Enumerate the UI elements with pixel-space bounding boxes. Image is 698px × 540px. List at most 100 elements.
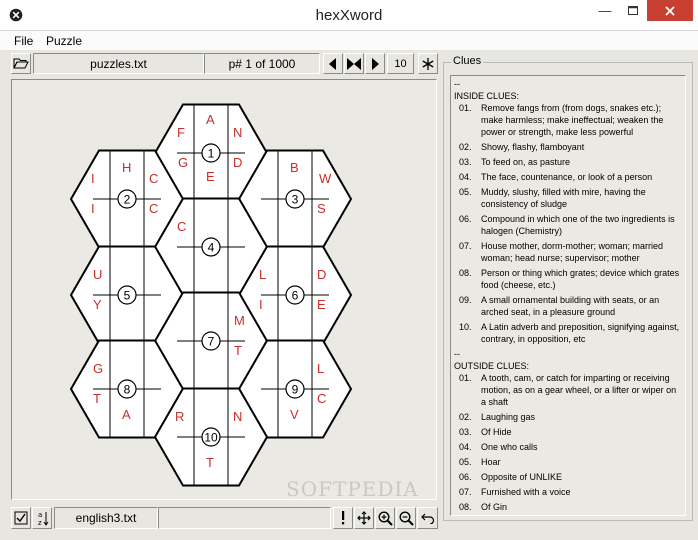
checkbox-icon xyxy=(14,511,28,525)
clue-text: Person or thing which grates; device whi… xyxy=(481,268,680,290)
clue-text: A Latin adverb and preposition, signifyi… xyxy=(481,322,680,344)
clue-text: Laughing gas xyxy=(481,412,536,422)
triangle-left-icon xyxy=(329,57,336,70)
hint-button[interactable] xyxy=(333,507,353,529)
inside-clue-item[interactable]: 03. To feed on, as pasture xyxy=(454,156,682,168)
hex-letter: R xyxy=(175,409,184,424)
clue-text: One who calls xyxy=(481,442,538,452)
clue-number: 05. xyxy=(459,457,472,467)
clue-text: A small ornamental building with seats, … xyxy=(481,295,660,317)
clue-number: 10. xyxy=(459,322,472,332)
maximize-icon xyxy=(628,6,638,15)
zoom-in-icon xyxy=(377,510,393,526)
hex-letter: F xyxy=(177,125,185,140)
clue-separator: -- xyxy=(454,349,460,359)
minimize-icon: — xyxy=(598,3,612,18)
hex-letter: C xyxy=(317,391,326,406)
puzzle-number: p# 1 of 1000 xyxy=(204,53,320,74)
hex-letter: H xyxy=(122,160,131,175)
clue-number: 03. xyxy=(459,427,472,437)
inside-clue-item[interactable]: 10. A Latin adverb and preposition, signi… xyxy=(454,321,682,345)
minimize-button[interactable]: — xyxy=(591,0,619,21)
inside-clue-item[interactable]: 08. Person or thing which grates; device … xyxy=(454,267,682,291)
inside-clue-item[interactable]: 07. House mother, dorm-mother; woman; mar… xyxy=(454,240,682,264)
hex-letter: D xyxy=(317,267,326,282)
hex-letter: C xyxy=(177,219,186,234)
hex-number: 9 xyxy=(292,383,299,397)
outside-clue-item[interactable]: 03. Of Hide xyxy=(454,426,682,438)
inside-clue-item[interactable]: 06. Compound in which one of the two ingr… xyxy=(454,213,682,237)
open-file-button[interactable] xyxy=(11,53,31,74)
hex-letter: T xyxy=(234,343,242,358)
outside-clues-title: OUTSIDE CLUES: xyxy=(454,361,530,371)
move-button[interactable] xyxy=(354,507,374,529)
menu-bar: File Puzzle xyxy=(0,31,698,50)
maximize-button[interactable] xyxy=(619,0,647,21)
hex-number: 3 xyxy=(292,193,299,207)
close-icon xyxy=(665,5,675,16)
hex-letter: U xyxy=(93,267,102,282)
star-button[interactable] xyxy=(418,53,438,74)
puzzle-filename: puzzles.txt xyxy=(33,53,204,74)
inside-clue-item[interactable]: 04. The face, countenance, or look of a p… xyxy=(454,171,682,183)
hex-letter: L xyxy=(317,361,324,376)
exclamation-icon xyxy=(342,511,345,525)
outside-clue-item[interactable]: 07. Furnished with a voice xyxy=(454,486,682,498)
svg-text:a: a xyxy=(38,511,42,519)
previous-puzzle-button[interactable] xyxy=(323,53,343,74)
clue-number: 06. xyxy=(459,472,472,482)
random-puzzle-button[interactable] xyxy=(344,53,364,74)
clue-text: The face, countenance, or look of a pers… xyxy=(481,172,653,182)
hex-letter: C xyxy=(149,171,158,186)
clue-text: Opposite of UNLIKE xyxy=(481,472,563,482)
hex-letter: E xyxy=(317,297,326,312)
inside-clue-item[interactable]: 02. Showy, flashy, flamboyant xyxy=(454,141,682,153)
hex-number: 5 xyxy=(124,289,131,303)
hex-number: 1 xyxy=(208,147,215,161)
sort-button[interactable]: a z xyxy=(32,507,52,529)
clues-list[interactable]: -- INSIDE CLUES: 01. Remove fangs from (f… xyxy=(450,75,686,516)
hex-grid[interactable]: 1FANG DE2IHCI C3BWS4C5UY6L DI E7MT8GTA9LCV10… xyxy=(12,80,438,501)
clue-number: 01. xyxy=(459,373,472,383)
triangle-right-icon xyxy=(372,57,379,70)
outside-clue-item[interactable]: 08. Of Gin xyxy=(454,501,682,513)
menu-file[interactable]: File xyxy=(14,34,33,48)
outside-clues: 01. A tooth, cam, or catch for imparting … xyxy=(454,372,682,513)
asterisk-icon xyxy=(422,57,434,70)
hex-number: 7 xyxy=(208,335,215,349)
hex-letter: Y xyxy=(93,297,102,312)
next-puzzle-button[interactable] xyxy=(365,53,385,74)
clue-number: 08. xyxy=(459,268,472,278)
inside-clue-item[interactable]: 05. Muddy, slushy, filled with mire, havi… xyxy=(454,186,682,210)
bowtie-icon xyxy=(347,57,361,70)
size-field[interactable]: 10 xyxy=(387,53,414,74)
menu-puzzle[interactable]: Puzzle xyxy=(46,34,82,48)
puzzle-board[interactable]: 1 F A N G D E 2 I H C I C 3 B W S 4 C 5 U Y 6 L D I E 7 M T 8 G T A 9 L C V 10… xyxy=(11,79,437,500)
hex-letter: N xyxy=(233,125,242,140)
outside-clue-item[interactable]: 01. A tooth, cam, or catch for imparting … xyxy=(454,372,682,408)
clue-number: 07. xyxy=(459,487,472,497)
hex-number: 2 xyxy=(124,193,131,207)
status-message xyxy=(158,507,331,529)
undo-button[interactable] xyxy=(417,507,438,529)
clues-panel: Clues -- INSIDE CLUES: 01. Remove fangs f… xyxy=(443,55,693,521)
inside-clue-item[interactable]: 01. Remove fangs from (from dogs, snakes … xyxy=(454,102,682,138)
outside-clue-item[interactable]: 05. Hoar xyxy=(454,456,682,468)
close-button[interactable] xyxy=(647,0,693,21)
zoom-out-button[interactable] xyxy=(396,507,416,529)
clue-number: 03. xyxy=(459,157,472,167)
clue-text: A tooth, cam, or catch for imparting or … xyxy=(481,373,677,407)
clue-text: Hoar xyxy=(481,457,501,467)
check-button[interactable] xyxy=(11,507,31,529)
hex-letter: T xyxy=(206,455,214,470)
inside-clue-item[interactable]: 09. A small ornamental building with seat… xyxy=(454,294,682,318)
inside-clues: 01. Remove fangs from (from dogs, snakes … xyxy=(454,102,682,345)
clue-number: 08. xyxy=(459,502,472,512)
clue-text: Of Gin xyxy=(481,502,508,512)
outside-clue-item[interactable]: 02. Laughing gas xyxy=(454,411,682,423)
outside-clue-item[interactable]: 06. Opposite of UNLIKE xyxy=(454,471,682,483)
hex-letter: W xyxy=(319,171,332,186)
hex-letter: I xyxy=(259,297,263,312)
outside-clue-item[interactable]: 04. One who calls xyxy=(454,441,682,453)
zoom-in-button[interactable] xyxy=(375,507,395,529)
